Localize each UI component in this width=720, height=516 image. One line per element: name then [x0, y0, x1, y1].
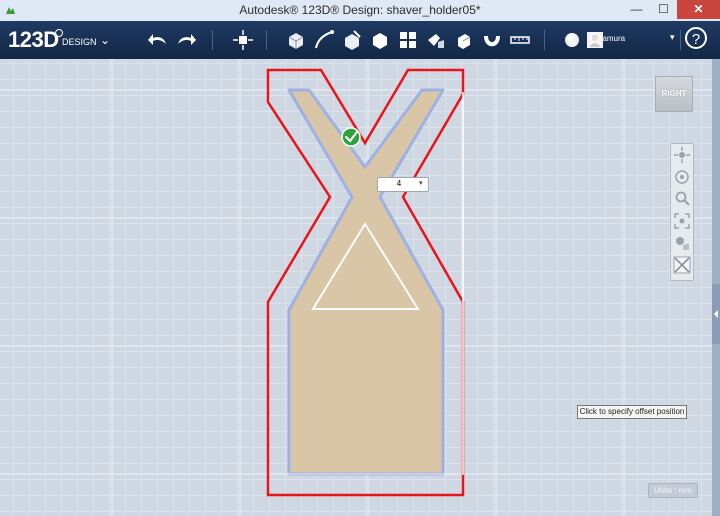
logo-sub-text: DESIGN: [62, 37, 97, 47]
snap-icon[interactable]: [480, 28, 504, 52]
orbit-icon[interactable]: [673, 168, 691, 186]
toolbar-separator: [212, 30, 213, 50]
side-panel-edge: [712, 59, 720, 516]
modify-icon[interactable]: [368, 28, 392, 52]
confirm-check-icon[interactable]: [341, 127, 361, 147]
minimize-button[interactable]: —: [623, 0, 650, 19]
view-cube[interactable]: RIGHT: [655, 76, 693, 112]
navigation-bar: [670, 143, 694, 281]
construct-icon[interactable]: [340, 28, 364, 52]
offset-distance-input[interactable]: 4 ▾: [377, 177, 429, 192]
close-button[interactable]: ✕: [677, 0, 720, 19]
side-panel-toggle[interactable]: [712, 284, 720, 344]
transform-icon[interactable]: [231, 28, 255, 52]
status-tooltip: Click to specify offset position: [577, 405, 687, 419]
undo-icon[interactable]: [146, 28, 170, 52]
logo-main-text: 123D: [8, 27, 59, 52]
view-options-icon[interactable]: [673, 234, 691, 252]
fit-view-icon[interactable]: [673, 212, 691, 230]
primitives-icon[interactable]: [284, 28, 308, 52]
offset-value: 4: [396, 179, 402, 188]
combine-icon[interactable]: [452, 28, 476, 52]
app-menu-logo[interactable]: 123D DESIGN ⌄: [8, 27, 110, 53]
logo-ring-icon: [55, 29, 63, 37]
measure-icon[interactable]: [508, 28, 532, 52]
design-viewport[interactable]: 4 ▾ RIGHT Click to specify offset positi…: [0, 59, 712, 516]
main-toolbar: 123D DESIGN ⌄ yimamura ▾ ?: [0, 21, 720, 60]
toolbar-separator: [544, 30, 545, 50]
material-icon[interactable]: [560, 28, 584, 52]
user-menu-arrow-icon[interactable]: ▾: [670, 32, 675, 43]
sketch-canvas[interactable]: [0, 59, 712, 516]
toolbar-separator: [680, 30, 681, 50]
redo-icon[interactable]: [174, 28, 198, 52]
units-label[interactable]: Units : mm: [648, 483, 698, 498]
title-bar: Autodesk® 123D® Design: shaver_holder05*…: [0, 0, 720, 22]
maximize-button[interactable]: ☐: [650, 0, 677, 19]
pattern-icon[interactable]: [396, 28, 420, 52]
help-button[interactable]: ?: [685, 27, 707, 49]
chevron-down-icon: ⌄: [100, 33, 111, 47]
grouping-icon[interactable]: [424, 28, 448, 52]
zoom-icon[interactable]: [673, 190, 691, 208]
user-name[interactable]: yimamura: [590, 34, 625, 43]
pan-icon[interactable]: [673, 146, 691, 164]
sketch-icon[interactable]: [312, 28, 336, 52]
grid-toggle-icon[interactable]: [673, 256, 691, 274]
window-title: Autodesk® 123D® Design: shaver_holder05*: [239, 3, 481, 17]
dropdown-arrow-icon[interactable]: ▾: [419, 179, 427, 187]
sketch-profile[interactable]: [287, 88, 445, 476]
toolbar-separator: [266, 30, 267, 50]
